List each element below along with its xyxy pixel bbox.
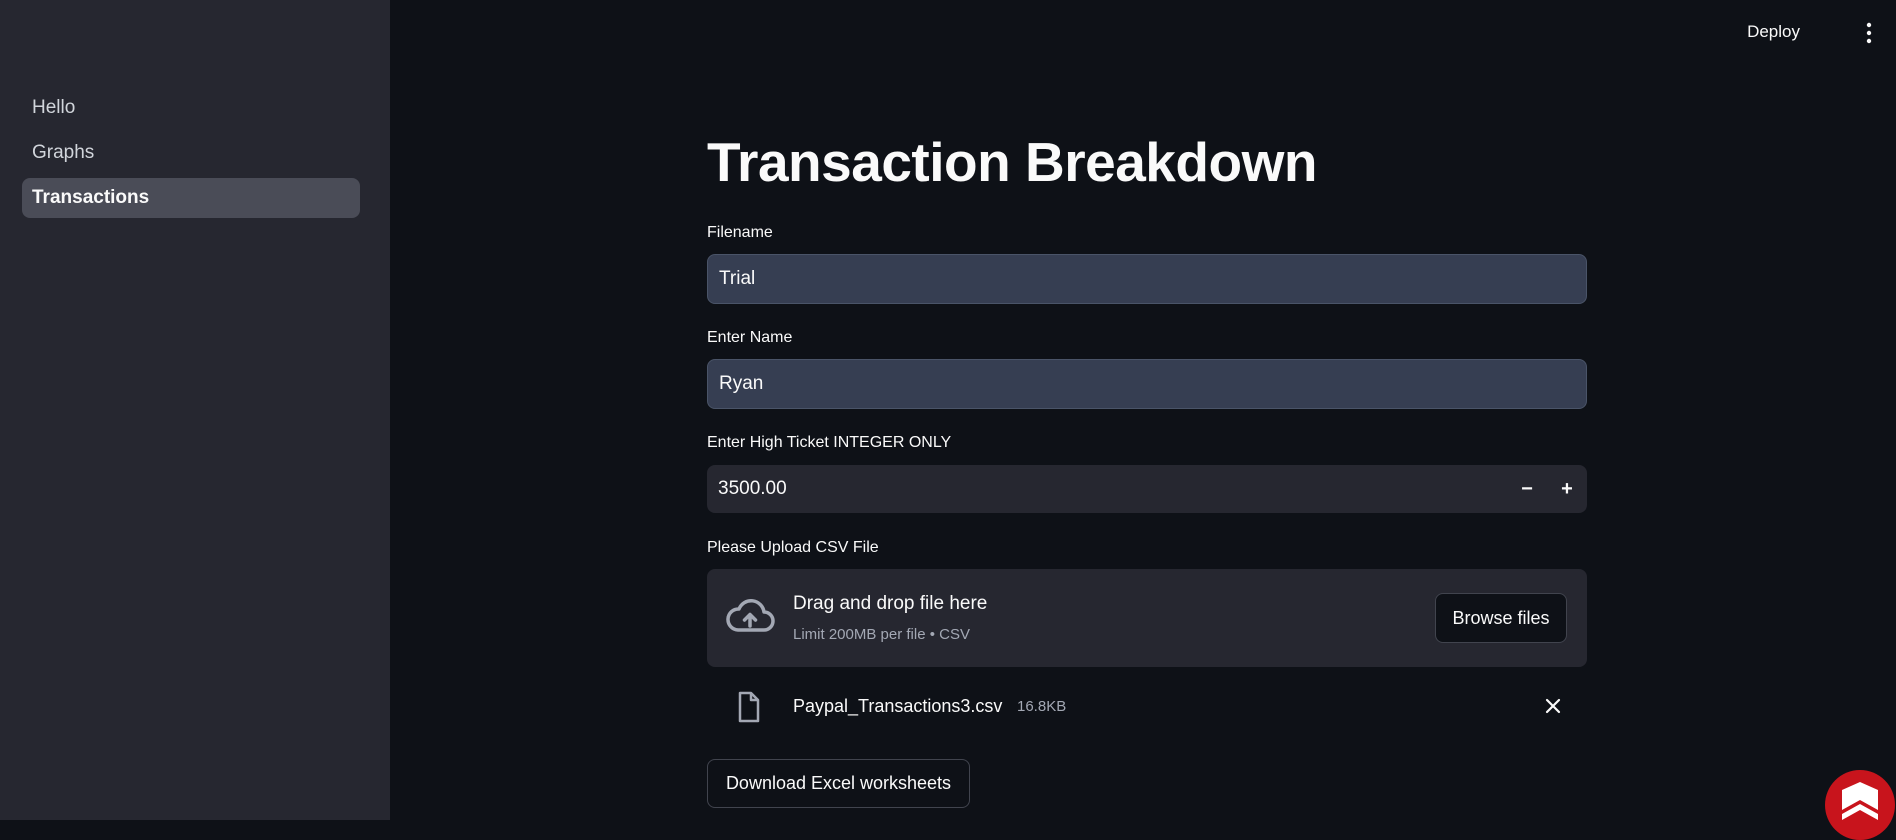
page-title: Transaction Breakdown [707,131,1317,193]
uploaded-file-row: Paypal_Transactions3.csv 16.8KB [707,685,1587,729]
download-excel-button[interactable]: Download Excel worksheets [707,759,970,808]
increment-button[interactable]: + [1547,465,1587,513]
cloud-upload-icon [725,597,775,637]
file-dropzone[interactable]: Drag and drop file here Limit 200MB per … [707,569,1587,667]
header-toolbar: Deploy [1596,0,1896,66]
dropzone-limit-text: Limit 200MB per file • CSV [793,626,970,643]
dropzone-title: Drag and drop file here [793,593,988,614]
browse-files-button[interactable]: Browse files [1435,593,1567,643]
high-ticket-stepper: − + [707,465,1587,513]
kebab-menu-icon[interactable] [1862,22,1876,44]
deploy-button[interactable]: Deploy [1741,18,1806,46]
file-icon [737,691,761,723]
close-icon[interactable] [1543,696,1563,716]
sidebar-item-hello[interactable]: Hello [22,88,360,128]
filename-input[interactable] [707,254,1587,304]
sidebar-item-transactions[interactable]: Transactions [22,178,360,218]
sidebar: Hello Graphs Transactions [0,0,390,820]
sidebar-nav: Hello Graphs Transactions [22,88,360,223]
high-ticket-input[interactable] [707,465,1507,513]
decrement-button[interactable]: − [1507,465,1547,513]
uploaded-file-name: Paypal_Transactions3.csv [793,696,1003,716]
filename-label: Filename [707,224,773,241]
upload-label: Please Upload CSV File [707,539,879,556]
sidebar-item-graphs[interactable]: Graphs [22,133,360,173]
uploaded-file-size: 16.8KB [1017,698,1067,715]
name-label: Enter Name [707,329,793,346]
high-ticket-label: Enter High Ticket INTEGER ONLY [707,434,952,451]
name-input[interactable] [707,359,1587,409]
mcafee-shield-icon[interactable] [1825,770,1895,840]
